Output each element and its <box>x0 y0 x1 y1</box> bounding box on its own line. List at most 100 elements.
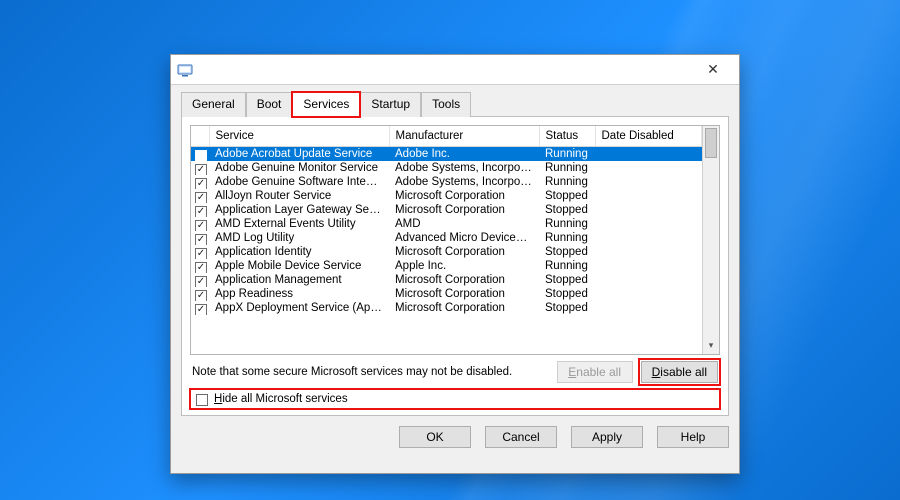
cell-manufacturer: Apple Inc. <box>389 259 539 273</box>
tab-services[interactable]: Services <box>292 92 360 117</box>
column-header[interactable]: Manufacturer <box>389 126 539 147</box>
cell-manufacturer: Microsoft Corporation <box>389 203 539 217</box>
cell-date <box>595 175 702 189</box>
ok-button[interactable]: OK <box>399 426 471 448</box>
tab-boot[interactable]: Boot <box>246 92 293 117</box>
cell-status: Stopped <box>539 287 595 301</box>
cell-service: Application Management <box>209 273 389 287</box>
column-header[interactable]: Date Disabled <box>595 126 702 147</box>
cell-manufacturer: Microsoft Corporation <box>389 273 539 287</box>
cell-manufacturer: Microsoft Corporation <box>389 245 539 259</box>
table-row[interactable]: Application IdentityMicrosoft Corporatio… <box>191 245 702 259</box>
cell-date <box>595 217 702 231</box>
cell-date <box>595 203 702 217</box>
row-checkbox[interactable] <box>195 276 207 288</box>
row-checkbox[interactable] <box>195 192 207 204</box>
security-note: Note that some secure Microsoft services… <box>192 366 549 378</box>
cell-status: Running <box>539 259 595 273</box>
cell-service: AppX Deployment Service (AppX... <box>209 301 389 315</box>
table-row[interactable]: App ReadinessMicrosoft CorporationStoppe… <box>191 287 702 301</box>
cell-service: Adobe Genuine Monitor Service <box>209 161 389 175</box>
cell-status: Stopped <box>539 273 595 287</box>
row-checkbox[interactable] <box>195 248 207 260</box>
cell-service: AMD External Events Utility <box>209 217 389 231</box>
column-header[interactable]: Status <box>539 126 595 147</box>
table-row[interactable]: AllJoyn Router ServiceMicrosoft Corporat… <box>191 189 702 203</box>
table-row[interactable]: Application Layer Gateway ServiceMicroso… <box>191 203 702 217</box>
cell-manufacturer: Adobe Inc. <box>389 147 539 162</box>
column-headers[interactable]: ServiceManufacturerStatusDate Disabled <box>191 126 702 147</box>
row-checkbox[interactable] <box>195 220 207 232</box>
cell-date <box>595 273 702 287</box>
apply-button[interactable]: Apply <box>571 426 643 448</box>
row-checkbox[interactable] <box>195 234 207 246</box>
cell-status: Stopped <box>539 301 595 315</box>
vertical-scrollbar[interactable]: ▴ ▾ <box>702 126 719 354</box>
close-icon: ✕ <box>707 61 719 78</box>
cell-status: Running <box>539 217 595 231</box>
cell-date <box>595 189 702 203</box>
cell-service: Adobe Acrobat Update Service <box>209 147 389 162</box>
table-row[interactable]: AMD Log UtilityAdvanced Micro Devices, I… <box>191 231 702 245</box>
table-row[interactable]: Apple Mobile Device ServiceApple Inc.Run… <box>191 259 702 273</box>
column-header[interactable]: Service <box>209 126 389 147</box>
checkbox-icon <box>196 394 208 406</box>
cell-service: Application Layer Gateway Service <box>209 203 389 217</box>
cell-manufacturer: Microsoft Corporation <box>389 189 539 203</box>
row-checkbox[interactable] <box>195 164 207 176</box>
row-checkbox[interactable] <box>195 304 207 316</box>
close-button[interactable]: ✕ <box>693 56 733 84</box>
table-row[interactable]: Adobe Genuine Software Integri...Adobe S… <box>191 175 702 189</box>
cell-manufacturer: Adobe Systems, Incorpora... <box>389 175 539 189</box>
hide-microsoft-label: Hide all Microsoft services <box>214 393 348 405</box>
cell-date <box>595 245 702 259</box>
cell-status: Stopped <box>539 203 595 217</box>
row-checkbox[interactable] <box>195 150 207 162</box>
cell-manufacturer: Microsoft Corporation <box>389 287 539 301</box>
cell-service: Application Identity <box>209 245 389 259</box>
scroll-down-arrow-icon[interactable]: ▾ <box>703 337 719 354</box>
cancel-button[interactable]: Cancel <box>485 426 557 448</box>
table-row[interactable]: AppX Deployment Service (AppX...Microsof… <box>191 301 702 315</box>
row-checkbox[interactable] <box>195 290 207 302</box>
cell-service: AllJoyn Router Service <box>209 189 389 203</box>
tab-strip: GeneralBootServicesStartupTools <box>171 85 739 116</box>
row-checkbox[interactable] <box>195 178 207 190</box>
msconfig-dialog: ✕ GeneralBootServicesStartupTools Servic… <box>170 54 740 474</box>
row-checkbox[interactable] <box>195 262 207 274</box>
table-row[interactable]: Adobe Acrobat Update ServiceAdobe Inc.Ru… <box>191 147 702 162</box>
row-checkbox[interactable] <box>195 206 207 218</box>
cell-date <box>595 259 702 273</box>
cell-manufacturer: Microsoft Corporation <box>389 301 539 315</box>
services-tab-panel: ServiceManufacturerStatusDate Disabled A… <box>181 116 729 416</box>
cell-service: AMD Log Utility <box>209 231 389 245</box>
cell-service: Apple Mobile Device Service <box>209 259 389 273</box>
cell-date <box>595 147 702 162</box>
enable-all-button[interactable]: Enable all <box>557 361 633 383</box>
cell-status: Running <box>539 147 595 162</box>
cell-date <box>595 301 702 315</box>
help-button[interactable]: Help <box>657 426 729 448</box>
titlebar[interactable]: ✕ <box>171 55 739 85</box>
cell-date <box>595 287 702 301</box>
dialog-footer: OK Cancel Apply Help <box>171 416 739 458</box>
cell-date <box>595 231 702 245</box>
tab-startup[interactable]: Startup <box>360 92 421 117</box>
app-icon <box>177 62 193 78</box>
cell-manufacturer: Adobe Systems, Incorpora... <box>389 161 539 175</box>
cell-status: Running <box>539 231 595 245</box>
hide-microsoft-services-checkbox[interactable]: Hide all Microsoft services <box>192 391 718 407</box>
table-row[interactable]: Application ManagementMicrosoft Corporat… <box>191 273 702 287</box>
table-row[interactable]: Adobe Genuine Monitor ServiceAdobe Syste… <box>191 161 702 175</box>
disable-all-button[interactable]: Disable all <box>641 361 718 383</box>
cell-date <box>595 161 702 175</box>
cell-service: App Readiness <box>209 287 389 301</box>
cell-status: Stopped <box>539 189 595 203</box>
tab-general[interactable]: General <box>181 92 246 117</box>
services-listview[interactable]: ServiceManufacturerStatusDate Disabled A… <box>190 125 720 355</box>
table-row[interactable]: AMD External Events UtilityAMDRunning <box>191 217 702 231</box>
tab-tools[interactable]: Tools <box>421 92 471 117</box>
cell-status: Stopped <box>539 245 595 259</box>
cell-manufacturer: Advanced Micro Devices, I... <box>389 231 539 245</box>
scroll-thumb[interactable] <box>705 128 717 158</box>
